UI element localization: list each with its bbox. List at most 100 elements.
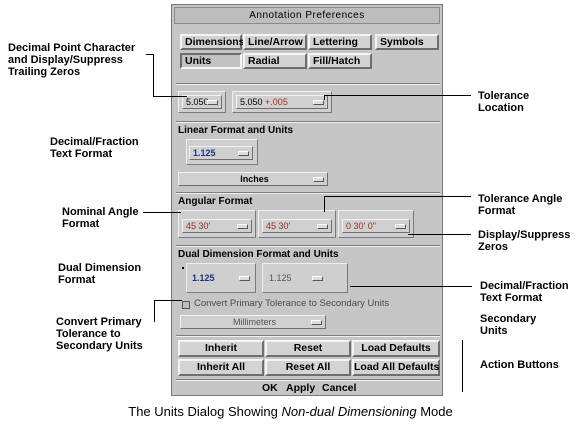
reset-button[interactable]: Reset [265, 340, 351, 357]
callout-line: Display/Suppress [478, 229, 571, 241]
dual-dimension-heading: Dual Dimension Format and Units [178, 249, 339, 260]
linear-units-select[interactable]: Inches [178, 172, 328, 186]
callout-secondary-units: Secondary Units [480, 313, 536, 337]
tolerance-angle-select[interactable]: 45 30' [262, 219, 332, 233]
ok-button[interactable]: OK [262, 382, 278, 394]
separator [176, 379, 440, 381]
callout-action-buttons: Action Buttons [480, 359, 559, 371]
callout-line: Tolerance to [56, 328, 121, 340]
bullet [182, 267, 184, 269]
dual-secondary-value: 1.125 [269, 273, 292, 283]
callout-line: and Display/Suppress [8, 54, 123, 66]
reset-all-button[interactable]: Reset All [265, 359, 351, 376]
nominal-angle-select[interactable]: 45 30' [182, 219, 252, 233]
option-menu-indicator-icon [313, 100, 324, 105]
callout-line: Dual Dimension [58, 262, 142, 274]
callout-nominal-angle: Nominal Angle Format [62, 206, 139, 230]
tab-lettering[interactable]: Lettering [308, 34, 372, 50]
option-menu-indicator-icon [237, 224, 248, 229]
callout-line: Units [480, 325, 508, 337]
display-suppress-zeros-select[interactable]: 0 30' 0" [342, 219, 410, 233]
callout-decimal-fraction-right: Decimal/Fraction Text Format [480, 280, 569, 304]
decimal-point-group: 5.050 [178, 91, 226, 113]
callout-decimal-point: Decimal Point Character and Display/Supp… [8, 42, 135, 78]
separator [176, 192, 440, 194]
linear-units-value: Inches [240, 174, 269, 184]
callout-decimal-fraction-left: Decimal/Fraction Text Format [50, 136, 139, 160]
leader-line [324, 95, 325, 100]
decimal-point-select[interactable]: 5.050 [182, 95, 222, 109]
caption-suffix: Mode [416, 404, 453, 419]
linear-format-heading: Linear Format and Units [178, 125, 294, 136]
callout-line: Decimal Point Character [8, 42, 136, 54]
tolerance-angle-value: 45 30' [266, 221, 291, 231]
separator [176, 121, 440, 123]
dual-format-select-secondary[interactable]: 1.125 [266, 272, 326, 286]
caption-prefix: The Units Dialog Showing [128, 404, 282, 419]
tab-fill-hatch[interactable]: Fill/Hatch [308, 53, 372, 69]
callout-display-suppress: Display/Suppress Zeros [478, 229, 570, 253]
dual-primary-value: 1.125 [192, 273, 215, 283]
callout-line: Decimal/Fraction [480, 280, 569, 292]
leader-line [154, 300, 155, 322]
figure-caption: The Units Dialog Showing Non-dual Dimens… [0, 404, 581, 419]
leader-line [154, 300, 182, 301]
linear-format-group: 1.125 [186, 139, 258, 165]
linear-format-select[interactable]: 1.125 [189, 146, 253, 160]
inherit-all-button[interactable]: Inherit All [178, 359, 264, 376]
display-suppress-zeros-value: 0 30' 0" [346, 221, 376, 231]
option-menu-indicator-icon [311, 320, 322, 325]
tab-dimensions[interactable]: Dimensions [180, 34, 245, 50]
load-defaults-button[interactable]: Load Defaults [352, 340, 440, 357]
dialog-title: Annotation Preferences [249, 10, 365, 21]
option-menu-indicator-icon [312, 276, 323, 281]
leader-line [324, 196, 471, 197]
nominal-angle-value: 45 30' [186, 221, 211, 231]
callout-line: Trailing Zeros [8, 66, 81, 78]
option-menu-indicator-icon [313, 177, 324, 182]
convert-tolerance-checkbox[interactable] [182, 301, 190, 309]
option-menu-indicator-icon [317, 224, 328, 229]
callout-tolerance-angle: Tolerance Angle Format [478, 193, 562, 217]
callout-convert-primary: Convert Primary Tolerance to Secondary U… [56, 316, 143, 352]
dialog-title-bar[interactable]: Annotation Preferences [174, 7, 440, 24]
callout-line: Tolerance [478, 90, 530, 102]
dual-format-select-primary[interactable]: 1.125 [189, 272, 253, 286]
option-menu-indicator-icon [395, 224, 406, 229]
dual-format-group: 1.125 [186, 263, 256, 293]
inherit-button[interactable]: Inherit [178, 340, 264, 357]
tab-symbols[interactable]: Symbols [375, 34, 439, 50]
dual-secondary-format-group: 1.125 [262, 263, 348, 293]
separator [176, 245, 440, 247]
leader-line [350, 286, 472, 287]
secondary-units-value: Millimeters [232, 317, 276, 327]
callout-line: Format [58, 274, 96, 286]
separator [176, 83, 440, 85]
callout-line: Secondary Units [56, 340, 143, 352]
callout-line: Tolerance Angle [478, 193, 563, 205]
tab-units[interactable]: Units [180, 53, 242, 69]
leader-line [143, 212, 181, 213]
secondary-units-select[interactable]: Millimeters [180, 315, 326, 329]
callout-line: Format [62, 218, 100, 230]
tab-radial[interactable]: Radial [243, 53, 307, 69]
callout-dual-dimension: Dual Dimension Format [58, 262, 141, 286]
callout-tolerance-location: Tolerance Location [478, 90, 529, 114]
tolerance-location-select[interactable]: 5.050 +.005 [236, 95, 328, 109]
callout-line: Action Buttons [480, 359, 559, 371]
linear-format-value: 1.125 [193, 148, 216, 158]
convert-tolerance-label: Convert Primary Tolerance to Secondary U… [194, 298, 390, 309]
tolerance-suffix-value: +.005 [265, 97, 288, 107]
callout-line: Location [478, 102, 524, 114]
leader-line [324, 196, 325, 212]
leader-line [408, 234, 471, 235]
leader-line [153, 96, 187, 97]
leader-line [324, 95, 471, 96]
apply-button[interactable]: Apply [286, 382, 315, 394]
tolerance-main-value: 5.050 [240, 97, 263, 107]
annotation-preferences-dialog: Annotation Preferences Dimensions Line/A… [171, 4, 443, 396]
display-suppress-group: 0 30' 0" [338, 210, 414, 238]
cancel-button[interactable]: Cancel [322, 382, 356, 394]
load-all-defaults-button[interactable]: Load All Defaults [352, 359, 440, 376]
tab-line-arrow[interactable]: Line/Arrow [243, 34, 307, 50]
